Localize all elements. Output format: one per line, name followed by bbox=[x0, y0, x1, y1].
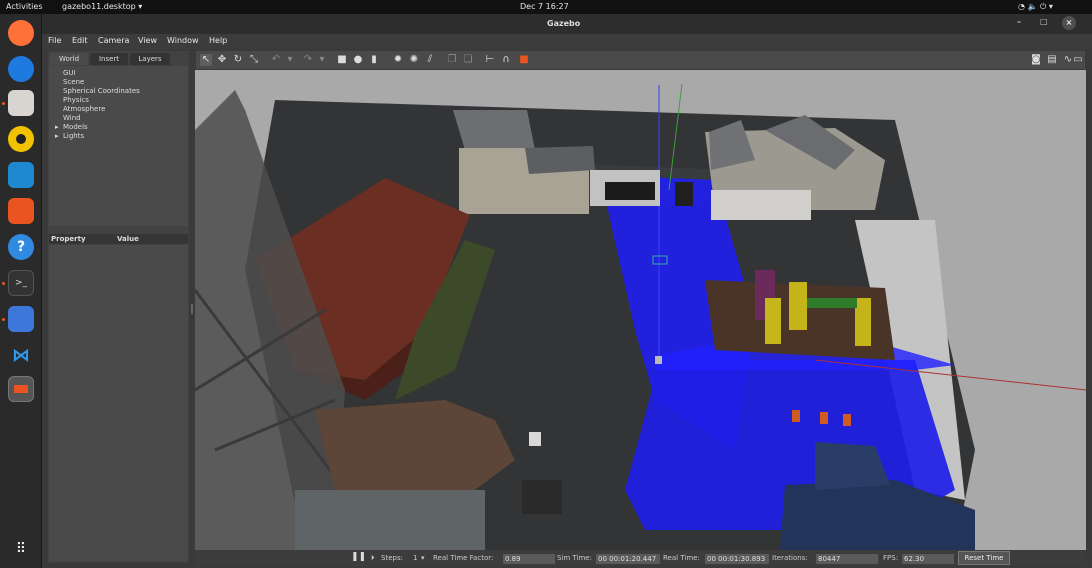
gazebo-window: Gazebo – □ × File Edit Camera View Windo… bbox=[42, 14, 1092, 568]
point-light-icon[interactable]: ✹ bbox=[392, 54, 404, 66]
close-button[interactable]: × bbox=[1062, 16, 1076, 30]
window-titlebar: Gazebo – □ × bbox=[42, 14, 1092, 34]
panel-splitter[interactable] bbox=[191, 304, 193, 314]
sim-time-value: 00 00:01:20.447 bbox=[596, 554, 660, 564]
scale-mode-icon[interactable]: ⤡ bbox=[248, 54, 260, 66]
files-icon[interactable] bbox=[8, 90, 34, 116]
sphere-shape-icon[interactable]: ● bbox=[352, 54, 364, 66]
menu-file[interactable]: File bbox=[48, 36, 61, 45]
tree-item-spherical-coordinates[interactable]: Spherical Coordinates bbox=[63, 87, 140, 96]
tree-item-gui[interactable]: GUI bbox=[63, 69, 76, 78]
change-view-icon[interactable]: ■ bbox=[518, 54, 530, 66]
scene-render bbox=[195, 70, 1086, 550]
rhythmbox-icon[interactable] bbox=[8, 126, 34, 152]
menu-camera[interactable]: Camera bbox=[98, 36, 129, 45]
time-panel: ❚❚ ⏵ Steps: 1 ▾ Real Time Factor: 0.89 S… bbox=[195, 550, 1086, 566]
vscode-icon[interactable]: ⋈ bbox=[8, 342, 34, 368]
video-record-icon[interactable]: ▭ bbox=[1072, 54, 1084, 66]
tree-item-atmosphere[interactable]: Atmosphere bbox=[63, 105, 105, 114]
3d-viewport[interactable] bbox=[195, 70, 1086, 550]
real-time-label: Real Time: bbox=[663, 554, 700, 562]
apps-grid-icon[interactable]: ⠿ bbox=[8, 536, 34, 562]
sim-time-label: Sim Time: bbox=[557, 554, 592, 562]
system-status-icons[interactable]: ◔ 🔈 ⏻ ▾ bbox=[1018, 2, 1053, 12]
firefox-icon[interactable] bbox=[8, 20, 34, 46]
align-icon[interactable]: ⊢ bbox=[484, 54, 496, 66]
maximize-button[interactable]: □ bbox=[1040, 17, 1048, 26]
window-title: Gazebo bbox=[547, 19, 581, 28]
menu-window[interactable]: Window bbox=[167, 36, 199, 45]
tree-item-models[interactable]: Models bbox=[63, 123, 88, 132]
app-menu-label: gazebo11.desktop bbox=[62, 2, 136, 11]
steps-label: Steps: bbox=[381, 554, 403, 562]
menu-help[interactable]: Help bbox=[209, 36, 227, 45]
parked-suv bbox=[605, 182, 655, 200]
activities-button[interactable]: Activities bbox=[6, 2, 43, 11]
snap-icon[interactable]: ∩ bbox=[500, 54, 512, 66]
tab-insert[interactable]: Insert bbox=[90, 53, 128, 65]
software-icon[interactable] bbox=[8, 198, 34, 224]
log-icon[interactable]: ▤ bbox=[1046, 54, 1058, 66]
property-header: Property bbox=[51, 235, 86, 243]
copy-icon[interactable]: ❐ bbox=[446, 54, 458, 66]
property-table-header: Property Value bbox=[49, 234, 188, 244]
steps-dropdown-icon[interactable]: ▾ bbox=[421, 554, 425, 562]
gazebo-icon[interactable] bbox=[8, 376, 34, 402]
undo-dropdown-icon[interactable]: ▾ bbox=[284, 54, 296, 66]
real-time-factor-value: 0.89 bbox=[503, 554, 555, 564]
paste-icon[interactable]: ❏ bbox=[462, 54, 474, 66]
tree-item-physics[interactable]: Physics bbox=[63, 96, 89, 105]
steps-value[interactable]: 1 bbox=[413, 554, 417, 562]
tab-layers[interactable]: Layers bbox=[130, 53, 170, 65]
fps-value: 62.30 bbox=[902, 554, 954, 564]
world-tree: GUI Scene Spherical Coordinates Physics … bbox=[49, 66, 188, 226]
reset-time-button[interactable]: Reset Time bbox=[958, 551, 1010, 565]
real-time-factor-label: Real Time Factor: bbox=[433, 554, 494, 562]
directional-light-icon[interactable]: ⫽ bbox=[424, 54, 436, 66]
real-time-value: 00 00:01:30.893 bbox=[705, 554, 769, 564]
step-icon[interactable]: ⏵ bbox=[371, 554, 375, 563]
spot-light-icon[interactable]: ✺ bbox=[408, 54, 420, 66]
expand-arrow-icon[interactable]: ▸ bbox=[55, 123, 59, 132]
property-table bbox=[49, 245, 188, 561]
pause-button[interactable]: ❚❚ bbox=[351, 552, 366, 562]
thunderbird-icon[interactable] bbox=[8, 56, 34, 82]
iterations-value: 80447 bbox=[816, 554, 878, 564]
minimize-button[interactable]: – bbox=[1017, 17, 1021, 26]
rotate-mode-icon[interactable]: ↻ bbox=[232, 54, 244, 66]
wall-box bbox=[529, 432, 541, 446]
tree-item-lights[interactable]: Lights bbox=[63, 132, 84, 141]
redo-dropdown-icon[interactable]: ▾ bbox=[316, 54, 328, 66]
dumpster bbox=[522, 480, 562, 514]
undo-icon[interactable]: ↶ bbox=[270, 54, 282, 66]
menu-view[interactable]: View bbox=[138, 36, 157, 45]
screenshot-icon[interactable]: ◙ bbox=[1030, 54, 1042, 66]
help-icon[interactable]: ? bbox=[8, 234, 34, 260]
menu-edit[interactable]: Edit bbox=[72, 36, 88, 45]
cylinder-shape-icon[interactable]: ▮ bbox=[368, 54, 380, 66]
text-editor-icon[interactable] bbox=[8, 306, 34, 332]
translate-mode-icon[interactable]: ✥ bbox=[216, 54, 228, 66]
left-panel: World Insert Layers GUI Scene Spherical … bbox=[48, 51, 189, 563]
terminal-icon[interactable]: >_ bbox=[8, 270, 34, 296]
clock[interactable]: Dec 7 16:27 bbox=[520, 2, 569, 11]
fps-label: FPS: bbox=[883, 554, 899, 562]
app-menu[interactable]: gazebo11.desktop ▾ bbox=[62, 2, 142, 11]
value-header: Value bbox=[117, 235, 139, 243]
iterations-label: Iterations: bbox=[772, 554, 808, 562]
select-mode-icon[interactable]: ↖ bbox=[200, 54, 212, 66]
toolbar: ↖ ✥ ↻ ⤡ ↶ ▾ ↷ ▾ ■ ● ▮ ✹ ✺ ⫽ ❐ ❏ ⊢ ∩ ■ ◙ … bbox=[196, 51, 1085, 69]
redo-icon[interactable]: ↷ bbox=[302, 54, 314, 66]
tree-item-wind[interactable]: Wind bbox=[63, 114, 81, 123]
menu-bar: File Edit Camera View Window Help bbox=[42, 34, 1092, 49]
dock: ? >_ ⋈ ⠿ bbox=[0, 14, 42, 568]
tree-item-scene[interactable]: Scene bbox=[63, 78, 84, 87]
box-shape-icon[interactable]: ■ bbox=[336, 54, 348, 66]
system-top-bar: Activities gazebo11.desktop ▾ Dec 7 16:2… bbox=[0, 0, 1092, 14]
parked-car bbox=[675, 182, 693, 206]
writer-icon[interactable] bbox=[8, 162, 34, 188]
expand-arrow-icon[interactable]: ▸ bbox=[55, 132, 59, 141]
tab-world[interactable]: World bbox=[50, 53, 88, 65]
